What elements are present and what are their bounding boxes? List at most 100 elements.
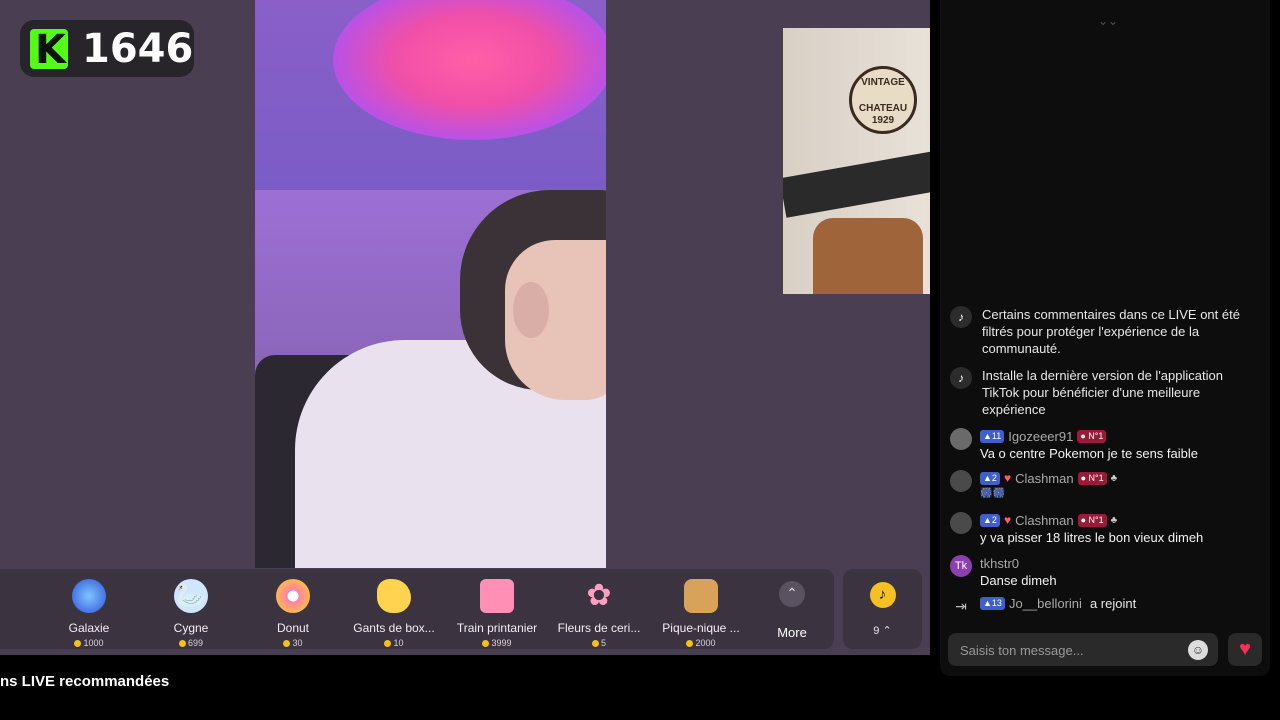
coin-icon bbox=[74, 640, 82, 648]
rank-value: N°1 bbox=[1088, 514, 1104, 525]
heart-icon: ♥ bbox=[1239, 638, 1251, 660]
join-message: ⇥ ▲13 Jo__bellorini a rejoint bbox=[950, 595, 1255, 617]
donut-icon bbox=[276, 579, 310, 613]
chevron-down-icon[interactable]: ⌄⌄ bbox=[1098, 14, 1118, 28]
message-text: Va o centre Pokemon je te sens faible bbox=[980, 446, 1198, 461]
username[interactable]: Igozeeer91 bbox=[1008, 429, 1073, 444]
galaxy-icon bbox=[72, 579, 106, 613]
kick-logo-icon bbox=[30, 27, 68, 73]
coin-icon bbox=[283, 640, 291, 648]
club-icon: ♣ bbox=[1110, 472, 1118, 484]
stream-stage: 1646 VINTAGE CHATEAU 1929 Galaxie 1000 🦢… bbox=[0, 0, 930, 655]
train-icon bbox=[480, 579, 514, 613]
gift-price-value: 30 bbox=[292, 638, 303, 648]
system-message: ♪ Installe la dernière version de l'appl… bbox=[950, 367, 1255, 418]
wall-logo-text-3: 1929 bbox=[871, 115, 895, 126]
level-value: 2 bbox=[991, 472, 997, 483]
level-badge: ▲13 bbox=[980, 596, 1005, 610]
tiktok-gift-button[interactable]: ♪ 9 ⌃ bbox=[843, 569, 922, 649]
gift-price: 1000 bbox=[39, 638, 139, 648]
gift-pique-nique[interactable]: Pique-nique ... 2000 bbox=[651, 575, 751, 648]
level-value: 11 bbox=[991, 430, 1002, 441]
gift-gants-de-boxe[interactable]: Gants de box... 10 bbox=[344, 575, 444, 648]
chevron-up-icon: ⌃ bbox=[779, 581, 805, 607]
coin-icon bbox=[591, 640, 599, 648]
more-label: More bbox=[777, 625, 807, 640]
system-message: ♪ Certains commentaires dans ce LIVE ont… bbox=[950, 306, 1255, 357]
message-input[interactable] bbox=[948, 633, 1182, 668]
rank-badge: ● N°1 bbox=[1077, 429, 1107, 443]
avatar[interactable] bbox=[950, 512, 972, 534]
recommended-lives-heading: ns LIVE recommandées bbox=[0, 673, 170, 690]
wall-logo-text-2: CHATEAU bbox=[858, 103, 908, 114]
system-message-text: Installe la dernière version de l'applic… bbox=[982, 368, 1223, 417]
gift-donut[interactable]: Donut 30 bbox=[243, 575, 343, 648]
gift-price-value: 1000 bbox=[83, 638, 104, 648]
wall-logo-text-1: VINTAGE bbox=[861, 77, 905, 88]
gift-name: Cygne bbox=[173, 621, 209, 635]
gift-galaxie[interactable]: Galaxie 1000 bbox=[39, 575, 139, 648]
chat-message: Tk tkhstr0 Danse dimeh bbox=[950, 555, 1255, 588]
kick-viewer-badge: 1646 bbox=[20, 20, 194, 77]
tiktok-coin-icon: ♪ bbox=[869, 582, 896, 608]
message-text: Danse dimeh bbox=[980, 573, 1057, 588]
level-value: 2 bbox=[991, 514, 997, 525]
gift-price-value: 2000 bbox=[695, 638, 716, 648]
gift-price: 3999 bbox=[447, 638, 547, 648]
picture-in-picture-video[interactable]: VINTAGE CHATEAU 1929 bbox=[783, 28, 930, 294]
gift-price: 10 bbox=[344, 638, 444, 648]
streamer-ear bbox=[513, 282, 549, 338]
tiktok-icon: ♪ bbox=[950, 367, 972, 389]
gift-price-value: 10 bbox=[393, 638, 404, 648]
chat-message: ▲11 Igozeeer91 ● N°1 Va o centre Pokemon… bbox=[950, 428, 1255, 461]
rank-badge: ● N°1 bbox=[1077, 513, 1107, 527]
chat-message: ▲2 ♥ Clashman ● N°1 ♣ 🎆🎆 bbox=[950, 470, 1255, 499]
message-text: y va pisser 18 litres le bon vieux dimeh bbox=[980, 530, 1204, 545]
join-action: a rejoint bbox=[1089, 595, 1137, 611]
gift-cygne[interactable]: 🦢 Cygne 699 bbox=[141, 575, 241, 648]
username[interactable]: Clashman bbox=[1015, 513, 1074, 528]
tiktok-icon: ♪ bbox=[950, 306, 972, 328]
chat-message: ▲2 ♥ Clashman ● N°1 ♣ y va pisser 18 lit… bbox=[950, 512, 1255, 545]
rank-badge: ● N°1 bbox=[1077, 471, 1107, 485]
club-icon: ♣ bbox=[1110, 514, 1118, 526]
gift-name: Gants de box... bbox=[353, 621, 435, 635]
level-badge: ▲2 bbox=[980, 471, 1000, 485]
gift-name: Train printanier bbox=[456, 621, 538, 635]
level-badge: ▲11 bbox=[980, 429, 1005, 443]
avatar[interactable] bbox=[950, 470, 972, 492]
gift-price: 699 bbox=[141, 638, 241, 648]
like-button[interactable]: ♥ bbox=[1228, 633, 1262, 666]
gift-price-value: 699 bbox=[187, 638, 204, 648]
heart-icon: ♥ bbox=[1003, 471, 1012, 485]
tiktok-gift-count-value: 9 bbox=[873, 625, 880, 637]
coin-icon bbox=[482, 640, 490, 648]
more-gifts-button[interactable]: ⌃ More bbox=[762, 579, 822, 640]
chat-panel: ⌄⌄ ♪ Certains commentaires dans ce LIVE … bbox=[940, 0, 1270, 676]
gift-bar: Galaxie 1000 🦢 Cygne 699 Donut 30 Gants … bbox=[0, 569, 834, 649]
gift-name: Donut bbox=[276, 621, 310, 635]
main-video[interactable] bbox=[255, 0, 606, 568]
gift-price-value: 5 bbox=[600, 638, 606, 648]
kick-viewer-count: 1646 bbox=[82, 25, 194, 72]
heart-icon: ♥ bbox=[1003, 513, 1012, 527]
tiktok-gift-count: 9 ⌃ bbox=[843, 624, 922, 637]
username[interactable]: tkhstr0 bbox=[980, 556, 1019, 571]
mic-arm bbox=[783, 138, 930, 218]
swan-icon: 🦢 bbox=[174, 579, 208, 613]
message-input-box: ☺ bbox=[948, 633, 1218, 668]
gift-name: Galaxie bbox=[68, 621, 110, 635]
emoji-icon[interactable]: ☺ bbox=[1188, 640, 1208, 660]
gift-price: 2000 bbox=[651, 638, 751, 648]
username[interactable]: Clashman bbox=[1015, 471, 1074, 486]
avatar[interactable] bbox=[950, 428, 972, 450]
gift-train-printanier[interactable]: Train printanier 3999 bbox=[447, 575, 547, 648]
wall-logo: VINTAGE CHATEAU 1929 bbox=[849, 66, 917, 134]
gift-fleurs-de-cerisier[interactable]: ✿ Fleurs de ceri... 5 bbox=[549, 575, 649, 648]
chevron-up-icon: ⌃ bbox=[882, 625, 892, 637]
gift-name: Pique-nique ... bbox=[662, 621, 740, 635]
level-badge: ▲2 bbox=[980, 513, 1000, 527]
avatar[interactable]: Tk bbox=[950, 555, 972, 577]
username[interactable]: Jo__bellorini bbox=[1009, 596, 1082, 611]
system-message-text: Certains commentaires dans ce LIVE ont é… bbox=[982, 307, 1240, 356]
